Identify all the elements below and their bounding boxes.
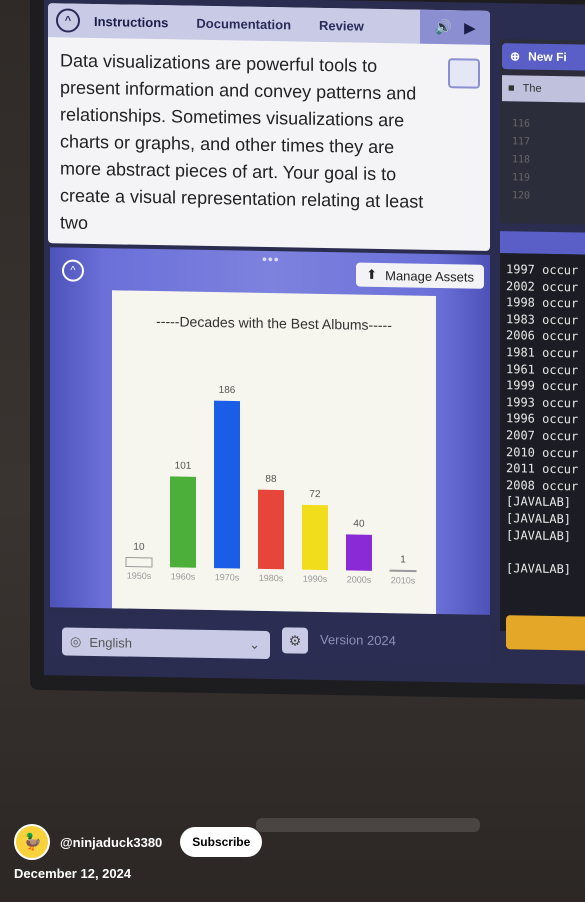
bar-2000s [346, 534, 372, 571]
console-line: [JAVALAB] [506, 560, 572, 576]
manage-assets-label: Manage Assets [385, 267, 474, 285]
tab-review[interactable]: Review [319, 17, 364, 33]
console-line: 1961 occur [506, 361, 579, 378]
expand-icon[interactable] [448, 58, 480, 89]
audio-controls: 🔊 ▶ [420, 9, 490, 45]
folder-icon: ■ [508, 82, 515, 95]
console-line: 2002 occur [506, 278, 579, 295]
chevron-down-icon: ⌄ [249, 636, 260, 652]
upload-icon: ⬆ [366, 266, 378, 282]
instructions-text: Data visualizations are powerful tools t… [60, 50, 424, 233]
chevron-up-icon[interactable]: ^ [56, 8, 80, 33]
line-number: 116 [512, 118, 531, 130]
category-label: 2000s [347, 574, 372, 584]
resize-handle[interactable]: ••• [262, 251, 280, 267]
category-label: 1960s [171, 571, 196, 581]
channel-info: 🦆 @ninjaduck3380 Subscribe [14, 824, 263, 860]
bar-value-label: 88 [265, 474, 277, 485]
channel-handle[interactable]: @ninjaduck3380 [60, 835, 162, 850]
console-line: 2010 occur [506, 444, 579, 460]
plus-icon: ⊕ [510, 49, 521, 64]
line-number: 117 [512, 136, 531, 148]
console-line: 2006 occur [506, 328, 579, 344]
line-number: 118 [512, 154, 531, 166]
bar-1990s [302, 504, 328, 571]
console-line: [JAVALAB] [506, 494, 572, 510]
bar-value-label: 10 [133, 542, 145, 553]
new-file-label: New Fi [528, 49, 567, 65]
console-line: 1999 occur [506, 378, 579, 394]
editor-scrollbar[interactable] [500, 231, 585, 256]
category-label: 1970s [215, 572, 240, 582]
file-tab-label: The [522, 82, 542, 95]
chart-title: -----Decades with the Best Albums----- [156, 313, 392, 334]
app-screen: ^ Instructions Documentation Review 🔊 ▶ … [44, 0, 585, 685]
console-output: 1997 occur 2002 occur 1998 occur 1983 occur… [500, 253, 585, 634]
publish-date: December 12, 2024 [14, 866, 132, 881]
bar-value-label: 72 [309, 489, 321, 500]
instructions-panel: ^ Instructions Documentation Review 🔊 ▶ … [48, 3, 490, 251]
play-icon[interactable]: ▶ [464, 19, 475, 36]
tab-instructions[interactable]: Instructions [94, 13, 168, 29]
line-number: 119 [512, 172, 531, 184]
console-line: [JAVALAB] [506, 511, 572, 527]
line-number: 120 [512, 190, 531, 202]
bar-value-label: 40 [353, 519, 365, 530]
stage-panel: ••• ^ ⬆ Manage Assets -----Decades with … [50, 247, 490, 615]
file-tab[interactable]: ■ The [502, 75, 585, 104]
bottom-bar: ◎ English ⌄ ⚙ Version 2024 [48, 613, 490, 665]
globe-icon: ◎ [70, 633, 82, 649]
console-line: 1981 occur [506, 345, 579, 361]
bar-1960s [170, 476, 196, 568]
run-button[interactable] [506, 615, 585, 652]
line-numbers: 116 117 118 119 120 [512, 115, 530, 205]
category-label: 1980s [259, 573, 284, 583]
console-line: 2007 occur [506, 428, 579, 444]
chart-card: -----Decades with the Best Albums----- 1… [112, 290, 436, 614]
speaker-icon[interactable]: 🔊 [435, 18, 452, 35]
language-select[interactable]: ◎ English ⌄ [62, 627, 270, 660]
bar-value-label: 186 [219, 385, 236, 396]
bar-1970s [214, 400, 240, 569]
subscribe-button[interactable]: Subscribe [180, 827, 263, 857]
console-line: 1983 occur [506, 311, 579, 328]
bar-chart: 10 1950s 101 1960s 186 1970s 88 1980s 72 1990s 40 2… [125, 385, 417, 586]
avatar[interactable]: 🦆 [14, 824, 50, 860]
gear-icon[interactable]: ⚙ [282, 627, 308, 654]
console-line: 2011 occur [506, 461, 579, 477]
category-label: 1990s [303, 574, 328, 584]
new-file-button[interactable]: ⊕ New Fi [502, 43, 585, 72]
tab-documentation[interactable]: Documentation [196, 15, 291, 32]
console-line: 2008 occur [506, 477, 579, 494]
bar-1950s [125, 557, 153, 568]
bar-value-label: 101 [175, 460, 192, 471]
console-line: 1993 occur [506, 394, 579, 411]
language-label: English [89, 634, 132, 651]
version-label: Version 2024 [320, 631, 396, 649]
category-label: 2010s [391, 575, 416, 585]
bar-2010s [389, 569, 417, 573]
bar-1980s [258, 489, 284, 570]
console-line: [JAVALAB] [506, 527, 572, 543]
bar-value-label: 1 [400, 554, 406, 565]
category-label: 1950s [127, 571, 152, 581]
manage-assets-button[interactable]: ⬆ Manage Assets [356, 262, 484, 289]
chevron-up-icon[interactable]: ^ [62, 259, 84, 282]
console-line: 1997 occur [506, 262, 579, 278]
laptop-hinge [256, 818, 480, 832]
console-line: 1996 occur [506, 411, 579, 427]
console-line: 1998 occur [506, 295, 579, 311]
